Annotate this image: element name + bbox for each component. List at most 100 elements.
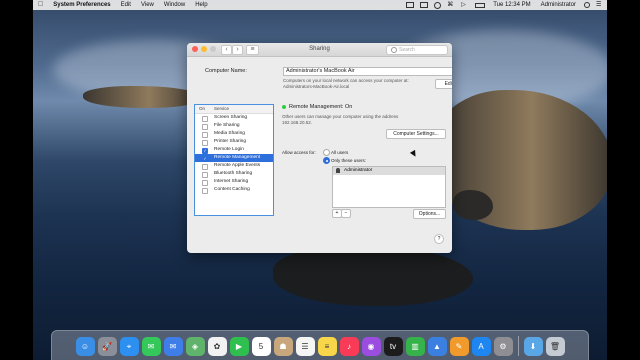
service-name: Printer Sharing bbox=[214, 139, 246, 144]
screen-share-icon[interactable] bbox=[406, 2, 415, 8]
service-row[interactable]: ✓ Remote Management bbox=[195, 154, 273, 162]
apple-menu-icon[interactable]:  bbox=[33, 0, 48, 10]
service-checkbox[interactable]: ✓ bbox=[202, 147, 208, 154]
service-checkbox[interactable] bbox=[202, 123, 208, 130]
service-row[interactable]: Internet Sharing bbox=[195, 178, 273, 186]
time-machine-icon[interactable] bbox=[434, 1, 442, 9]
service-checkbox[interactable] bbox=[202, 139, 208, 146]
reminders-icon[interactable]: ☰ bbox=[295, 336, 315, 356]
service-row[interactable]: Screen Sharing bbox=[195, 114, 273, 122]
service-name: Remote Apple Events bbox=[214, 163, 261, 168]
notes-icon[interactable]: ≡ bbox=[317, 336, 337, 356]
desktop:  System Preferences Edit View Window He… bbox=[33, 0, 607, 360]
allow-access-label: Allow access for: bbox=[282, 150, 316, 155]
menu-user[interactable]: Administrator bbox=[536, 0, 581, 10]
remove-user-button[interactable]: − bbox=[341, 209, 351, 218]
service-row[interactable]: Bluetooth Sharing bbox=[195, 170, 273, 178]
service-name: Remote Login bbox=[214, 147, 244, 152]
menu-view[interactable]: View bbox=[136, 0, 159, 10]
computer-settings-button[interactable]: Computer Settings... bbox=[386, 129, 446, 139]
service-row[interactable]: Content Caching bbox=[195, 186, 273, 194]
numbers-icon[interactable]: ▥ bbox=[405, 336, 425, 356]
notification-center-icon[interactable]: ☰ bbox=[596, 2, 604, 8]
menu-window[interactable]: Window bbox=[159, 0, 190, 10]
service-name: Content Caching bbox=[214, 187, 250, 192]
users-list: Administrator bbox=[332, 166, 446, 208]
only-these-users-label: Only these users: bbox=[331, 158, 367, 163]
service-row[interactable]: Media Sharing bbox=[195, 130, 273, 138]
title-bar: ‹ › ≡ Sharing Search bbox=[187, 43, 452, 57]
service-checkbox[interactable] bbox=[202, 163, 208, 170]
search-field[interactable]: Search bbox=[386, 45, 448, 55]
service-name: Bluetooth Sharing bbox=[214, 171, 253, 176]
local-address-note: Computers on your local network can acce… bbox=[283, 78, 409, 83]
app-store-icon[interactable]: A bbox=[471, 336, 491, 356]
service-name: Remote Management bbox=[214, 155, 261, 160]
finder-icon[interactable]: ☺ bbox=[75, 336, 95, 356]
only-these-users-radio[interactable] bbox=[323, 157, 330, 164]
menu-bar:  System Preferences Edit View Window He… bbox=[33, 0, 607, 10]
service-name: Internet Sharing bbox=[214, 179, 249, 184]
volume-icon[interactable]: ▷ bbox=[461, 2, 469, 8]
trash-icon[interactable]: 🗑 bbox=[545, 336, 565, 356]
mail-icon[interactable]: ✉ bbox=[163, 336, 183, 356]
photos-icon[interactable]: ✿ bbox=[207, 336, 227, 356]
menu-edit[interactable]: Edit bbox=[116, 0, 136, 10]
dock-separator bbox=[517, 336, 519, 356]
wallpaper-island bbox=[453, 190, 493, 220]
safari-icon[interactable]: ⌖ bbox=[119, 336, 139, 356]
service-list-header: On Service bbox=[195, 105, 273, 114]
launchpad-icon[interactable]: 🚀 bbox=[97, 336, 117, 356]
status-indicator-icon bbox=[282, 104, 286, 109]
status-title: Remote Management: On bbox=[289, 104, 353, 110]
music-icon[interactable]: ♪ bbox=[339, 336, 359, 356]
service-checkbox[interactable] bbox=[202, 187, 208, 194]
keynote-icon[interactable]: ▲ bbox=[427, 336, 447, 356]
service-checkbox[interactable] bbox=[202, 179, 208, 186]
edit-button[interactable]: Edit... bbox=[435, 79, 452, 89]
all-users-label: All users bbox=[331, 150, 349, 155]
search-icon bbox=[391, 46, 397, 53]
service-row[interactable]: Printer Sharing bbox=[195, 138, 273, 146]
service-row[interactable]: File Sharing bbox=[195, 122, 273, 130]
downloads-folder-icon[interactable]: ⬇ bbox=[523, 336, 543, 356]
maps-icon[interactable]: ◈ bbox=[185, 336, 205, 356]
menu-app-name[interactable]: System Preferences bbox=[48, 0, 115, 10]
header-service: Service bbox=[214, 106, 230, 111]
menu-help[interactable]: Help bbox=[190, 0, 212, 10]
dock: ☺ 🚀 ⌖ ✉ ✉ ◈ ✿ ▶ 5 ☗ ☰ ≡ ♪ ◉ tv ▥ ▲ ✎ A ⚙ ⬇ 🗑 bbox=[51, 330, 589, 360]
local-address-host: Administrators-MacBook-Air.local bbox=[283, 84, 350, 89]
service-checkbox[interactable] bbox=[202, 115, 208, 122]
user-icon bbox=[336, 168, 340, 173]
service-checkbox[interactable]: ✓ bbox=[202, 155, 208, 162]
service-name: Screen Sharing bbox=[214, 115, 248, 120]
contacts-icon[interactable]: ☗ bbox=[273, 336, 293, 356]
menu-clock[interactable]: Tue 12:34 PM bbox=[488, 0, 535, 10]
service-row[interactable]: ✓ Remote Login bbox=[195, 146, 273, 154]
computer-name-field[interactable]: Administrator's MacBook Air bbox=[283, 67, 452, 76]
sharing-window: ‹ › ≡ Sharing Search Computer Name: Admi… bbox=[187, 43, 452, 253]
options-button[interactable]: Options... bbox=[413, 209, 446, 219]
remote-display-icon[interactable] bbox=[420, 2, 429, 8]
messages-icon[interactable]: ✉ bbox=[141, 336, 161, 356]
all-users-radio[interactable] bbox=[323, 149, 330, 156]
service-row[interactable]: Remote Apple Events bbox=[195, 162, 273, 170]
computer-name-label: Computer Name: bbox=[205, 68, 247, 74]
user-row[interactable]: Administrator bbox=[333, 167, 445, 175]
wallpaper-island bbox=[83, 86, 203, 108]
search-placeholder: Search bbox=[399, 47, 415, 53]
spotlight-icon[interactable] bbox=[584, 2, 590, 8]
system-preferences-icon[interactable]: ⚙ bbox=[493, 336, 513, 356]
status-line-1: Other users can manage your computer usi… bbox=[282, 114, 399, 119]
service-checkbox[interactable] bbox=[202, 131, 208, 138]
help-button[interactable]: ? bbox=[434, 234, 444, 244]
tv-icon[interactable]: tv bbox=[383, 336, 403, 356]
calendar-icon[interactable]: 5 bbox=[251, 336, 271, 356]
service-checkbox[interactable] bbox=[202, 171, 208, 178]
pages-icon[interactable]: ✎ bbox=[449, 336, 469, 356]
battery-icon[interactable] bbox=[475, 2, 486, 8]
facetime-icon[interactable]: ▶ bbox=[229, 336, 249, 356]
header-on: On bbox=[199, 106, 206, 111]
podcasts-icon[interactable]: ◉ bbox=[361, 336, 381, 356]
wifi-icon[interactable]: ⌘ bbox=[447, 2, 455, 8]
